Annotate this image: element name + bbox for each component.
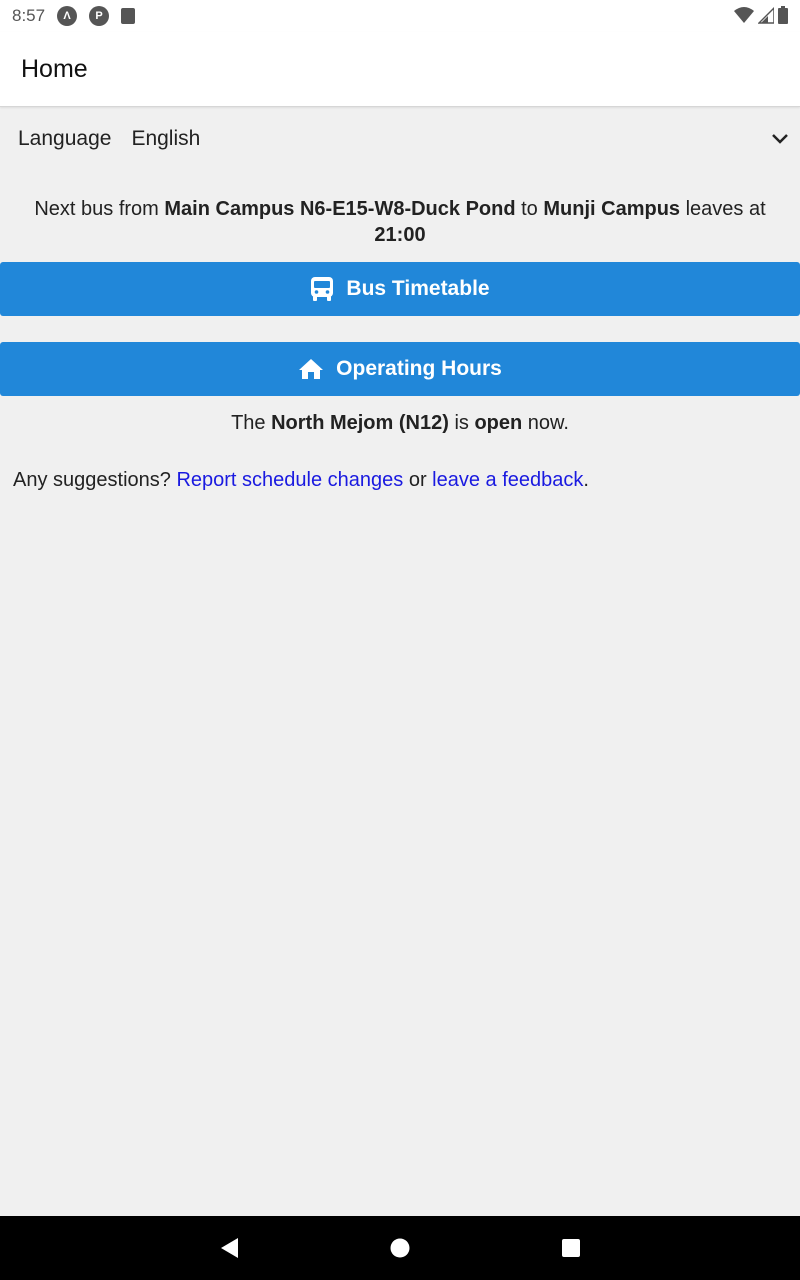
notification-app-icon: Λ xyxy=(57,6,78,26)
next-bus-leaves: leaves at xyxy=(680,198,766,220)
report-schedule-link[interactable]: Report schedule changes xyxy=(176,469,403,491)
operating-hours-button[interactable]: Operating Hours xyxy=(0,342,800,396)
back-button[interactable] xyxy=(205,1224,253,1272)
bus-time: 21:00 xyxy=(374,224,426,246)
home-nav-button[interactable] xyxy=(376,1224,424,1272)
bus-origin: Main Campus N6-E15-W8-Duck Pond xyxy=(164,198,516,220)
recents-button[interactable] xyxy=(547,1224,595,1272)
next-bus-prefix: Next bus from xyxy=(34,198,165,220)
next-bus-info: Next bus from Main Campus N6-E15-W8-Duck… xyxy=(0,196,800,248)
language-label: Language xyxy=(18,127,112,150)
feedback-link[interactable]: leave a feedback xyxy=(432,469,583,491)
bus-timetable-button[interactable]: Bus Timetable xyxy=(0,262,800,316)
open-status-prefix: The xyxy=(231,412,272,434)
home-circle-icon xyxy=(390,1238,410,1258)
battery-icon xyxy=(778,6,788,24)
home-icon xyxy=(299,359,324,379)
app-bar: Home xyxy=(0,32,800,107)
chevron-down-icon[interactable] xyxy=(768,126,792,150)
notification-app-icon-2: P xyxy=(89,6,110,26)
operating-hours-label: Operating Hours xyxy=(336,357,502,380)
sd-card-icon xyxy=(121,8,136,24)
back-icon xyxy=(221,1238,238,1258)
suggestions-prefix: Any suggestions? xyxy=(13,469,177,491)
open-status-state: open xyxy=(474,412,523,434)
suggestions-suffix: . xyxy=(583,469,589,491)
recents-icon xyxy=(562,1239,580,1257)
next-bus-to: to xyxy=(515,198,544,220)
bus-timetable-label: Bus Timetable xyxy=(346,277,490,300)
language-value[interactable]: English xyxy=(131,127,782,151)
status-time: 8:57 xyxy=(12,6,46,25)
bus-icon xyxy=(311,277,334,301)
language-select[interactable]: Language English xyxy=(0,108,800,170)
open-status-place: North Mejom (N12) xyxy=(271,412,449,434)
suggestions-text: Any suggestions? Report schedule changes… xyxy=(13,469,793,492)
status-bar: 8:57 Λ P xyxy=(0,0,800,32)
open-status-suffix: now. xyxy=(522,412,569,434)
wifi-icon xyxy=(734,7,754,23)
suggestions-or: or xyxy=(403,469,433,491)
bus-destination: Munji Campus xyxy=(543,198,681,220)
navigation-bar xyxy=(0,1216,800,1280)
open-status: The North Mejom (N12) is open now. xyxy=(0,412,800,435)
page-title: Home xyxy=(21,54,88,83)
signal-icon xyxy=(758,6,774,24)
open-status-is: is xyxy=(448,412,475,434)
